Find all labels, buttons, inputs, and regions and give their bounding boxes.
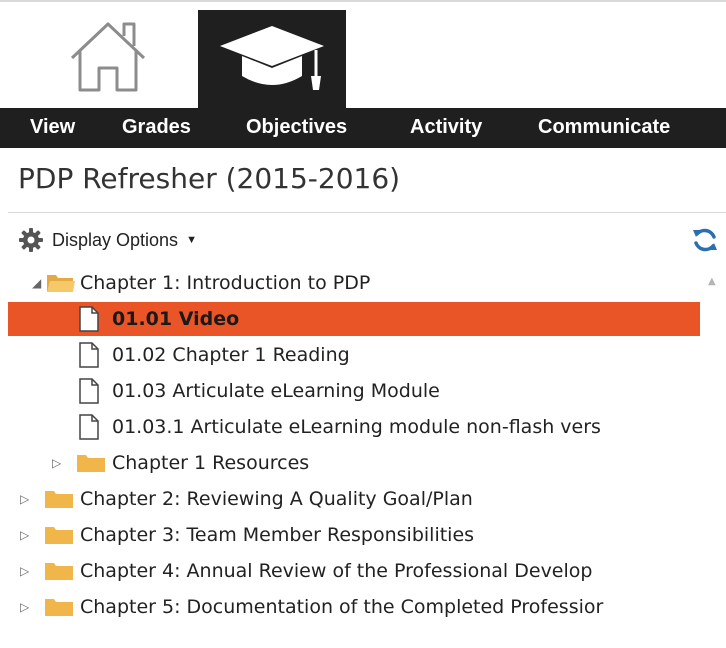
tree-label[interactable]: Chapter 3: Team Member Responsibilities <box>80 518 474 552</box>
tree-scrollbar[interactable]: ▲ <box>704 272 722 632</box>
graduation-cap-icon <box>220 26 324 90</box>
tree-chapter[interactable]: ▷ Chapter 4: Annual Review of the Profes… <box>0 554 700 588</box>
tree-item-selected[interactable]: 01.01 Video <box>8 302 700 336</box>
tree-label[interactable]: 01.02 Chapter 1 Reading <box>112 338 350 372</box>
folder-icon <box>44 560 74 587</box>
tree-chapter[interactable]: ▷ Chapter 2: Reviewing A Quality Goal/Pl… <box>0 482 700 516</box>
tree-label[interactable]: Chapter 1 Resources <box>112 446 309 480</box>
tree-folder-resources[interactable]: ▷ Chapter 1 Resources <box>0 446 700 480</box>
document-icon <box>78 306 100 337</box>
nav-grades[interactable]: Grades <box>122 108 191 148</box>
tree-label[interactable]: 01.03 Articulate eLearning Module <box>112 374 440 408</box>
divider <box>8 212 726 213</box>
tree-item[interactable]: 01.03 Articulate eLearning Module <box>0 374 700 408</box>
tree-label[interactable]: Chapter 2: Reviewing A Quality Goal/Plan <box>80 482 473 516</box>
collapsed-arrow-icon[interactable]: ▷ <box>20 482 29 516</box>
collapsed-arrow-icon[interactable]: ▷ <box>52 446 61 480</box>
tree-label[interactable]: 01.01 Video <box>112 302 239 336</box>
gear-icon <box>18 226 52 254</box>
nav-objectives[interactable]: Objectives <box>246 108 347 148</box>
tree-label[interactable]: Chapter 1: Introduction to PDP <box>80 266 370 300</box>
tree-label[interactable]: Chapter 4: Annual Review of the Professi… <box>80 554 592 588</box>
tree-chapter[interactable]: ▷ Chapter 3: Team Member Responsibilitie… <box>0 518 700 552</box>
courses-tile[interactable] <box>198 10 346 108</box>
display-options-label: Display Options <box>52 229 179 250</box>
course-nav-bar: View Grades Objectives Activity Communic… <box>0 108 726 148</box>
folder-open-icon <box>46 272 76 299</box>
collapsed-arrow-icon[interactable]: ▷ <box>20 590 29 624</box>
folder-icon <box>44 488 74 515</box>
tree-item[interactable]: 01.03.1 Articulate eLearning module non-… <box>0 410 700 444</box>
nav-view[interactable]: View <box>30 108 75 148</box>
course-title: PDP Refresher (2015-2016) <box>18 162 401 195</box>
tree-chapter[interactable]: ▷ Chapter 5: Documentation of the Comple… <box>0 590 700 624</box>
home-tile[interactable] <box>20 10 198 108</box>
document-icon <box>78 342 100 373</box>
folder-icon <box>76 452 106 479</box>
refresh-button[interactable] <box>690 226 720 254</box>
scroll-up-arrow-icon[interactable]: ▲ <box>708 276 716 287</box>
folder-icon <box>44 596 74 623</box>
refresh-icon <box>693 228 717 252</box>
folder-icon <box>44 524 74 551</box>
caret-down-icon: ▼ <box>186 234 197 246</box>
expanded-arrow-icon[interactable]: ◢ <box>32 266 41 300</box>
top-border <box>0 0 726 2</box>
tree-chapter-1[interactable]: ◢ Chapter 1: Introduction to PDP <box>0 266 700 300</box>
display-options-button[interactable]: Display Options ▼ <box>18 226 197 254</box>
document-icon <box>78 414 100 445</box>
tree-item[interactable]: 01.02 Chapter 1 Reading <box>0 338 700 372</box>
collapsed-arrow-icon[interactable]: ▷ <box>20 554 29 588</box>
home-icon <box>70 22 146 92</box>
nav-activity[interactable]: Activity <box>410 108 482 148</box>
collapsed-arrow-icon[interactable]: ▷ <box>20 518 29 552</box>
tree-label[interactable]: 01.03.1 Articulate eLearning module non-… <box>112 410 601 444</box>
tree-label[interactable]: Chapter 5: Documentation of the Complete… <box>80 590 603 624</box>
document-icon <box>78 378 100 409</box>
nav-communicate[interactable]: Communicate <box>538 108 670 148</box>
